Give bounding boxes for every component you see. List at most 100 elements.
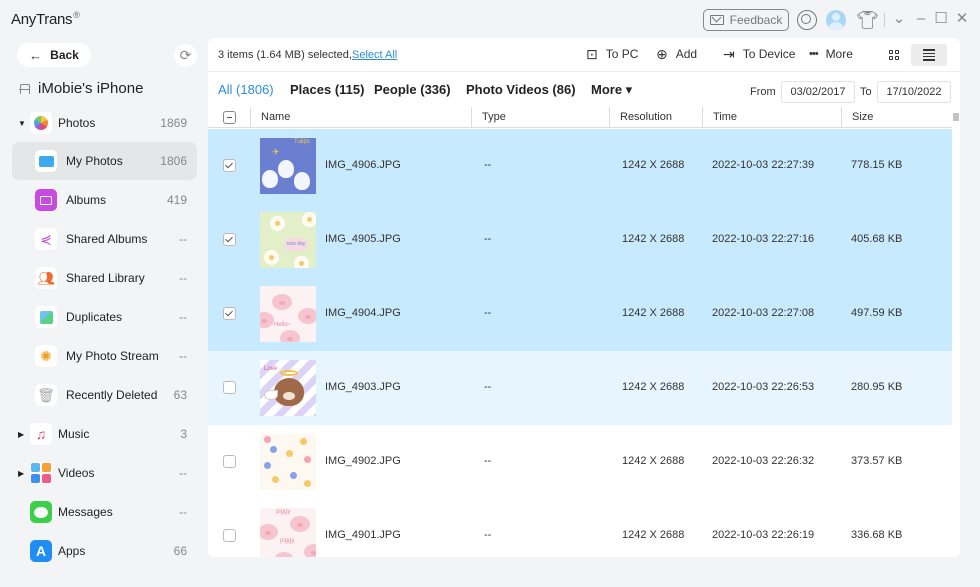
sidebar-item-label: My Photo Stream [66,349,159,363]
scrollbar-thumb[interactable] [953,113,959,121]
photo-thumbnail[interactable]: piggy piggy [260,508,316,557]
sidebar-item-recently-deleted[interactable]: 🗑︎ Recently Deleted 63 [12,376,197,414]
photo-thumbnail[interactable] [260,434,316,490]
sidebar-item-videos[interactable]: ▶ Videos -- [12,454,197,492]
sidebar-item-my-photos[interactable]: My Photos 1806 [12,142,197,180]
ellipsis-icon: ••• [809,48,819,60]
sidebar-item-count: 1806 [160,154,187,168]
sidebar-item-my-photo-stream[interactable]: ✺ My Photo Stream -- [12,337,197,375]
table-row[interactable]: Hello~ IMG_4904.JPG -- 1242 X 2688 2022-… [208,277,952,351]
caret-right-icon[interactable]: ▶ [18,430,24,439]
sidebar-item-shared-albums[interactable]: ⋞ Shared Albums -- [12,220,197,258]
table-row[interactable]: nice day IMG_4905.JPG -- 1242 X 2688 202… [208,203,952,277]
photo-thumbnail[interactable]: Tulips ✈ [260,138,316,194]
app-title: AnyTrans® [11,10,80,28]
sidebar-item-count: -- [179,310,187,324]
skin-shirt-icon[interactable]: 👕︎ [856,10,879,30]
chevron-down-icon[interactable]: ⌄ [890,9,908,29]
file-resolution: 1242 X 2688 [622,159,685,171]
sidebar-item-duplicates[interactable]: Duplicates -- [12,298,197,336]
shared-albums-icon: ⋞ [35,228,57,250]
minimize-icon[interactable]: – [912,9,930,29]
table-row[interactable]: Love IMG_4903.JPG -- 1242 X 2688 2022-10… [208,351,952,425]
albums-icon [35,189,57,211]
tab-places[interactable]: Places (115) [290,82,364,97]
sidebar-item-count: 66 [173,544,187,558]
photo-thumbnail[interactable]: nice day [260,212,316,268]
avatar-icon[interactable] [826,10,846,30]
my-photos-icon [35,150,57,172]
sidebar-item-label: Music [58,427,90,441]
row-checkbox[interactable] [223,455,236,468]
device-icon [19,83,30,94]
sidebar-item-count: -- [179,349,187,363]
tab-more-dropdown[interactable]: More ▾ [591,82,632,98]
sidebar-item-count: 63 [173,388,187,402]
sidebar-item-label: My Photos [66,154,123,168]
sidebar-item-shared-library[interactable]: 👥︎ Shared Library -- [12,259,197,297]
row-checkbox[interactable] [223,307,236,320]
sidebar-item-music[interactable]: ▶ ♫ Music 3 [12,415,197,453]
to-device-button[interactable]: ⇥ To Device [723,47,795,61]
tab-photo-videos[interactable]: Photo Videos (86) [466,82,576,97]
device-name: iMobie's iPhone [19,80,144,97]
refresh-button[interactable]: ⟳ [174,44,197,67]
select-all-link[interactable]: Select All [352,49,397,61]
list-view-button[interactable] [911,44,947,66]
more-button[interactable]: ••• More [809,47,853,61]
to-pc-button[interactable]: ⊡ To PC [586,47,638,61]
column-size[interactable]: Size [841,107,952,128]
file-time: 2022-10-03 22:26:32 [712,455,815,467]
add-button[interactable]: ⊕ Add [656,47,697,61]
column-name[interactable]: Name [250,107,471,128]
sidebar-item-albums[interactable]: Albums 419 [12,181,197,219]
refresh-icon: ⟳ [179,47,192,63]
file-type: -- [484,529,492,541]
search-icon[interactable] [797,10,817,30]
to-label: To [860,86,872,98]
close-icon[interactable]: ✕ [953,9,971,29]
column-time[interactable]: Time [702,107,841,128]
sidebar-item-count: 3 [180,427,187,441]
row-checkbox[interactable] [223,159,236,172]
row-checkbox[interactable] [223,381,236,394]
sidebar-item-count: -- [179,232,187,246]
table-row[interactable]: IMG_4902.JPG -- 1242 X 2688 2022-10-03 2… [208,425,952,499]
sidebar-item-label: Albums [66,193,107,207]
more-label: More [825,47,853,61]
sidebar: ← Back ⟳ iMobie's iPhone ▼ Photos 1869 M… [0,38,206,587]
grid-view-button[interactable] [880,44,908,66]
file-time: 2022-10-03 22:26:19 [712,529,815,541]
back-button[interactable]: ← Back [17,43,91,67]
file-size: 778.15 KB [851,159,903,171]
row-checkbox[interactable] [223,233,236,246]
sidebar-item-photos[interactable]: ▼ Photos 1869 [12,104,197,142]
tab-people[interactable]: People (336) [374,82,451,97]
table-row[interactable]: Tulips ✈ IMG_4906.JPG -- 1242 X 2688 2022… [208,129,952,203]
file-type: -- [484,455,492,467]
from-date-input[interactable]: 03/02/2017 [781,81,855,103]
to-date-input[interactable]: 17/10/2022 [877,81,951,103]
caret-right-icon[interactable]: ▶ [18,469,24,478]
sidebar-item-messages[interactable]: Messages -- [12,493,197,531]
photo-thumbnail[interactable]: Love [260,360,316,416]
photo-thumbnail[interactable]: Hello~ [260,286,316,342]
row-checkbox[interactable] [223,529,236,542]
file-resolution: 1242 X 2688 [622,455,685,467]
file-type: -- [484,233,492,245]
category-tabs: All (1806) Places (115) People (336) Pho… [208,73,960,107]
sidebar-item-label: Shared Albums [66,232,148,246]
maximize-icon[interactable]: ☐ [932,9,950,29]
device-name-text: iMobie's iPhone [38,80,144,97]
sidebar-item-label: Recently Deleted [66,388,158,402]
table-row[interactable]: piggy piggy IMG_4901.JPG -- 1242 X 2688 … [208,499,952,557]
column-resolution[interactable]: Resolution [609,107,702,128]
tab-all[interactable]: All (1806) [218,82,274,97]
sidebar-item-apps[interactable]: A Apps 66 [12,532,197,570]
feedback-button[interactable]: Feedback [703,9,789,31]
mail-icon [709,15,724,25]
caret-down-icon[interactable]: ▼ [18,119,26,128]
select-all-checkbox[interactable] [223,111,236,124]
file-time: 2022-10-03 22:26:53 [712,381,815,393]
column-type[interactable]: Type [471,107,609,128]
